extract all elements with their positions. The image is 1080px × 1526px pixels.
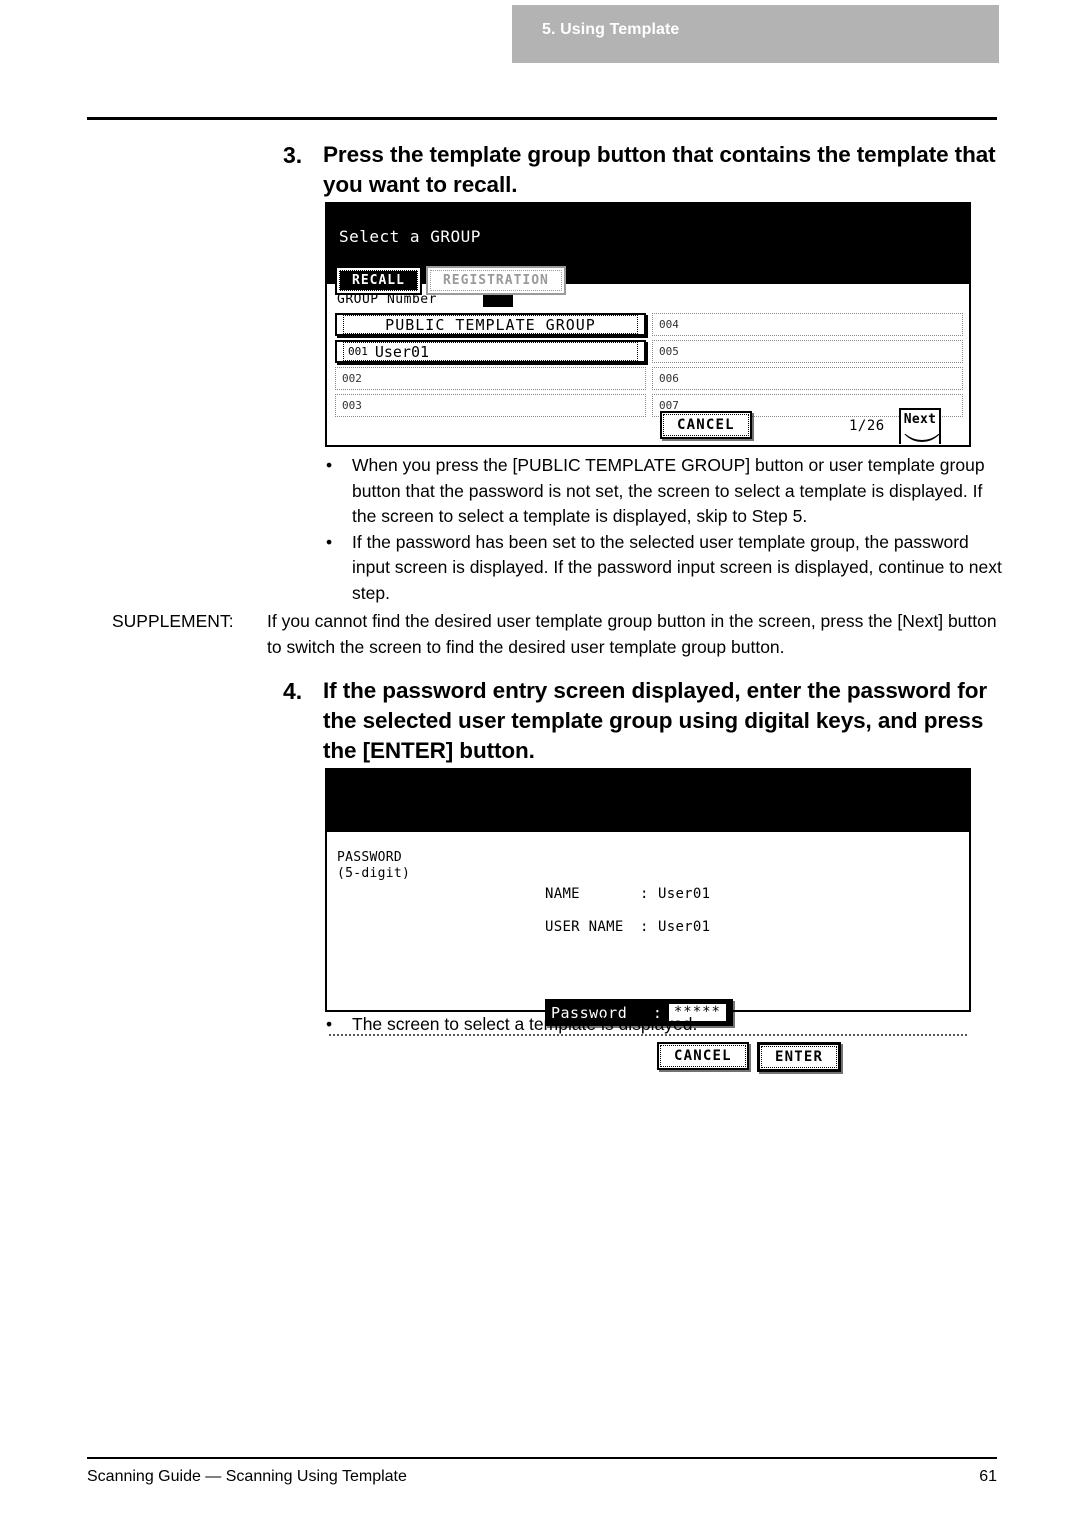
select-group-screen: Select a GROUP RECALL REGISTRATION GROUP… <box>325 202 971 447</box>
select-group-titlebar: Select a GROUP RECALL REGISTRATION <box>327 204 969 295</box>
cancel-button-group-screen[interactable]: CANCEL <box>660 411 752 439</box>
cancel-button-password-screen[interactable]: CANCEL <box>657 1042 749 1070</box>
page-number: 61 <box>979 1468 997 1485</box>
field-name-colon: : <box>640 886 649 902</box>
notes-after-step-4: • The screen to select a template is dis… <box>318 1012 1008 1038</box>
bullet-marker-icon: • <box>326 1014 333 1034</box>
select-group-footer: CANCEL 1/26 Next <box>327 408 969 445</box>
group-button-001[interactable]: 001 User01 <box>335 340 646 363</box>
group-button-004-number: 004 <box>659 318 679 331</box>
field-name-row: NAME : User01 <box>545 886 710 902</box>
next-button-tail <box>899 434 941 444</box>
footer-rule <box>87 1457 997 1459</box>
note-text: If the password has been set to the sele… <box>352 531 1002 603</box>
password-titlebar <box>327 770 969 832</box>
note-text: The screen to select a template is displ… <box>352 1014 698 1034</box>
note-item: • If the password has been set to the se… <box>318 530 1008 607</box>
group-button-public-label: PUBLIC TEMPLATE GROUP <box>385 315 596 334</box>
group-button-001-label: User01 <box>374 342 430 361</box>
step-4-number: 4. <box>283 678 303 704</box>
next-button-label-wrap: Next <box>899 408 941 434</box>
group-button-001-number: 001 <box>348 345 368 358</box>
group-column-right: 004 005 006 007 <box>652 313 963 417</box>
field-name-key: NAME <box>545 886 580 902</box>
password-caption-line1: PASSWORD <box>337 850 403 865</box>
enter-button-label: ENTER <box>761 1046 838 1068</box>
group-button-006-number: 006 <box>659 372 679 385</box>
cancel-button-password-label: CANCEL <box>660 1045 746 1067</box>
chapter-header-label: 5. Using Template <box>542 21 680 38</box>
note-item: • When you press the [PUBLIC TEMPLATE GR… <box>318 453 1008 530</box>
password-info-fields: NAME : User01 USER NAME : User01 <box>545 886 710 952</box>
next-button-label: Next <box>903 412 937 427</box>
supplement-block: SUPPLEMENT: If you cannot find the desir… <box>112 609 1002 660</box>
document-page: 5. Using Template 3. Press the template … <box>0 0 1080 1526</box>
step-3-number: 3. <box>283 142 303 168</box>
group-button-public-template-group[interactable]: PUBLIC TEMPLATE GROUP <box>335 313 646 336</box>
chapter-header-band: 5. Using Template <box>512 5 999 63</box>
cancel-button-group-label: CANCEL <box>663 414 749 436</box>
field-user-name-row: USER NAME : User01 <box>545 919 710 935</box>
field-user-name-colon: : <box>640 919 649 935</box>
tab-registration-label: REGISTRATION <box>429 270 562 291</box>
select-group-body: GROUP Number PUBLIC TEMPLATE GROUP 001 U… <box>327 284 969 445</box>
group-button-005[interactable]: 005 <box>652 340 963 363</box>
bullet-marker-icon: • <box>326 455 333 475</box>
group-button-005-number: 005 <box>659 345 679 358</box>
group-button-public-inner: PUBLIC TEMPLATE GROUP <box>343 315 638 334</box>
select-group-title: Select a GROUP <box>339 227 481 246</box>
page-footer: Scanning Guide — Scanning Using Template… <box>87 1468 997 1486</box>
field-user-name-key: USER NAME <box>545 919 624 935</box>
field-name-value: User01 <box>658 886 711 902</box>
password-caption: PASSWORD (5-digit) <box>337 850 410 882</box>
field-user-name-value: User01 <box>658 919 711 935</box>
step-4: 4. If the password entry screen displaye… <box>283 676 999 766</box>
password-body: PASSWORD (5-digit) NAME : User01 USER NA… <box>327 832 969 1072</box>
password-entry-screen: PASSWORD (5-digit) NAME : User01 USER NA… <box>325 768 971 1072</box>
footer-title: Scanning Guide — Scanning Using Template <box>87 1468 407 1485</box>
tab-registration[interactable]: REGISTRATION <box>425 266 566 295</box>
note-text: When you press the [PUBLIC TEMPLATE GROU… <box>352 455 985 526</box>
enter-button[interactable]: ENTER <box>757 1042 842 1072</box>
password-caption-line2: (5-digit) <box>337 866 411 881</box>
select-group-tabs: RECALL REGISTRATION <box>335 266 566 295</box>
supplement-text: If you cannot find the desired user temp… <box>267 611 997 657</box>
step-3-text: Press the template group button that con… <box>323 142 996 197</box>
tab-recall-label: RECALL <box>339 270 418 291</box>
group-button-006[interactable]: 006 <box>652 367 963 390</box>
group-button-grid: PUBLIC TEMPLATE GROUP 001 User01 002 003… <box>335 313 963 417</box>
step-4-text: If the password entry screen displayed, … <box>323 678 987 763</box>
group-button-002[interactable]: 002 <box>335 367 646 390</box>
group-button-001-inner: 001 User01 <box>343 342 638 361</box>
group-column-left: PUBLIC TEMPLATE GROUP 001 User01 002 003 <box>335 313 646 417</box>
page-indicator: 1/26 <box>849 418 885 434</box>
note-item: • The screen to select a template is dis… <box>318 1012 1008 1038</box>
group-button-002-number: 002 <box>342 372 362 385</box>
supplement-label: SUPPLEMENT: <box>112 611 234 631</box>
tab-recall[interactable]: RECALL <box>335 266 422 295</box>
notes-after-step-3: • When you press the [PUBLIC TEMPLATE GR… <box>318 453 1008 606</box>
header-rule <box>87 117 997 120</box>
bullet-marker-icon: • <box>326 531 333 552</box>
step-3: 3. Press the template group button that … <box>283 140 999 200</box>
next-button[interactable]: Next <box>899 408 944 445</box>
group-button-004[interactable]: 004 <box>652 313 963 336</box>
password-footer: CANCEL ENTER <box>327 1042 969 1074</box>
